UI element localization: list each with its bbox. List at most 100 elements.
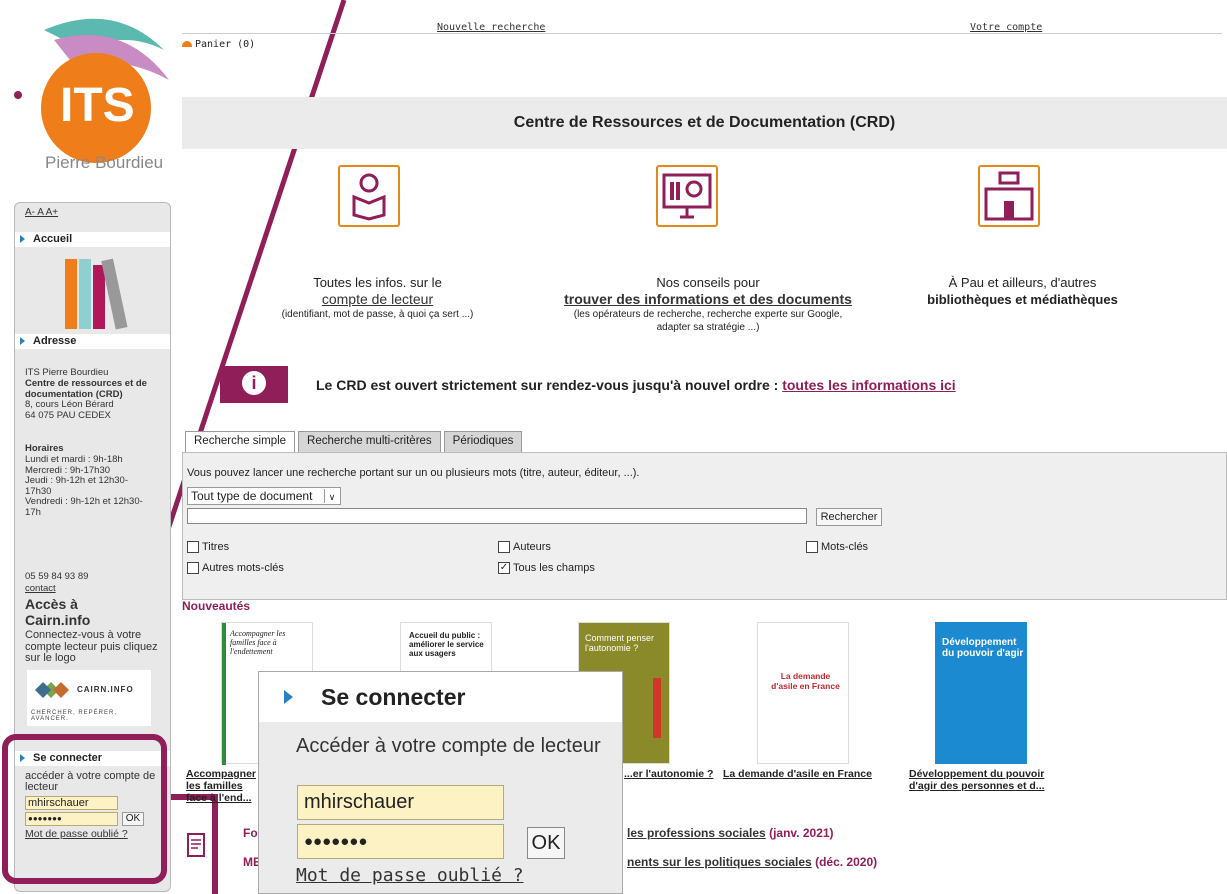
- search-tabs: Recherche simple Recherche multi-critère…: [185, 431, 525, 452]
- font-size-links[interactable]: A- A A+: [25, 207, 175, 219]
- phone-number: 05 59 84 93 89: [25, 571, 89, 582]
- new-search-link[interactable]: Nouvelle recherche: [437, 22, 545, 33]
- card-research-note: (les opérateurs de recherche, recherche …: [573, 309, 843, 333]
- news-line-1-link[interactable]: les professions sociales: [627, 826, 766, 840]
- address-name: ITS Pierre Bourdieu: [25, 367, 109, 378]
- book-cover-3-title: Comment penser l'autonomie ?: [585, 633, 655, 653]
- book-cover-5-title: Développement du pouvoir d'agir: [942, 637, 1024, 659]
- login-zoom-panel: Se connecter Accéder à votre compte de l…: [258, 671, 623, 894]
- zoom-login-text: Accéder à votre compte de lecteur: [296, 735, 601, 757]
- news-line-1: les professions sociales (janv. 2021): [627, 826, 834, 840]
- card-reader: Toutes les infos. sur le compte de lecte…: [260, 274, 495, 321]
- search-input[interactable]: [187, 508, 807, 524]
- top-nav: [182, 22, 1222, 34]
- search-hint: Vous pouvez lancer une recherche portant…: [187, 467, 640, 479]
- info-banner-icon: i: [220, 366, 288, 403]
- crd-title: Centre de Ressources et de Documentation…: [182, 97, 1227, 149]
- checkbox-icon: [806, 541, 818, 554]
- cairn-text: Connectez-vous à votre compte lecteur pu…: [25, 629, 158, 664]
- hours-text: Lundi et mardi : 9h-18h Mercredi : 9h-17…: [25, 454, 143, 518]
- checkbox-icon: [498, 541, 510, 554]
- sidebar-home-title[interactable]: Accueil: [15, 232, 170, 247]
- info-banner: Le CRD est ouvert strictement sur rendez…: [316, 377, 956, 393]
- tab-multi-criteria[interactable]: Recherche multi-critères: [298, 431, 441, 452]
- book-cover-4-title: La demande d'asile en France: [771, 671, 840, 691]
- doc-type-value: Tout type de document: [191, 489, 313, 503]
- card-libraries-bold: bibliothèques et médiathèques: [927, 292, 1118, 307]
- check-titles[interactable]: Titres: [187, 541, 230, 554]
- checkbox-icon: [187, 562, 199, 575]
- zoom-ok-button[interactable]: OK: [527, 827, 565, 859]
- cart-label: Panier (0): [195, 39, 256, 50]
- logo-brand: ITS: [60, 79, 135, 132]
- news-line-1-prefix: Fo: [243, 826, 258, 840]
- cairn-tagline: CHERCHER, REPÉRER, AVANCER.: [31, 710, 118, 722]
- cairn-logo[interactable]: CAIRN.INFO CHERCHER, REPÉRER, AVANCER.: [27, 670, 151, 726]
- checkbox-icon: [187, 541, 199, 554]
- book-link-5[interactable]: Développement du pouvoir d'agir des pers…: [909, 768, 1059, 792]
- news-line-1-date: (janv. 2021): [769, 826, 834, 840]
- cairn-logo-text: CAIRN.INFO: [77, 685, 134, 694]
- document-icon: [187, 833, 205, 857]
- check-authors-label: Auteurs: [513, 541, 551, 553]
- zoom-password-input[interactable]: ●●●●●●●: [297, 824, 504, 859]
- check-all-fields-label: Tous les champs: [513, 562, 595, 574]
- cairn-diamond-icon: [35, 682, 69, 698]
- address-bold: Centre de ressources et de documentation…: [25, 378, 147, 400]
- tab-simple-search[interactable]: Recherche simple: [185, 431, 296, 452]
- zoom-login-input[interactable]: mhirschauer: [297, 785, 504, 820]
- sidebar-address-title: Adresse: [15, 334, 170, 349]
- library-icon[interactable]: [978, 165, 1040, 227]
- check-titles-label: Titres: [202, 541, 230, 553]
- cart-link[interactable]: Panier (0): [182, 39, 255, 50]
- search-panel: Vous pouvez lancer une recherche portant…: [182, 452, 1227, 600]
- book-cover-1-title: Accompagner les familles face à l'endett…: [230, 629, 286, 656]
- info-icon: i: [242, 371, 266, 395]
- news-line-2: nents sur les politiques sociales (déc. …: [627, 855, 877, 869]
- card-research-line: Nos conseils pour: [656, 275, 760, 290]
- reader-icon[interactable]: [338, 165, 400, 227]
- doc-type-select[interactable]: Tout type de document ∨: [187, 487, 341, 505]
- research-icon[interactable]: [656, 165, 718, 227]
- book-cover-4[interactable]: La demande d'asile en France: [757, 622, 849, 764]
- logo-subtitle: Pierre Bourdieu: [45, 153, 164, 172]
- address-city: 64 075 PAU CEDEX: [25, 410, 111, 421]
- account-link[interactable]: Votre compte: [970, 22, 1042, 33]
- card-reader-note: (identifiant, mot de passe, à quoi ça se…: [281, 309, 474, 320]
- chevron-down-icon: ∨: [324, 489, 339, 503]
- search-button[interactable]: Rechercher: [816, 508, 882, 526]
- books-icon: [65, 258, 128, 330]
- zoom-forgot-link[interactable]: Mot de passe oublié ?: [296, 864, 524, 888]
- checkmark-icon: ✓: [498, 562, 510, 575]
- contact-link[interactable]: contact: [25, 583, 175, 595]
- check-other-keywords-label: Autres mots-clés: [202, 562, 284, 574]
- card-research-link[interactable]: trouver des informations et des document…: [564, 291, 852, 307]
- check-keywords-label: Mots-clés: [821, 541, 869, 553]
- card-libraries: À Pau et ailleurs, d'autres bibliothèque…: [895, 274, 1150, 308]
- news-title: Nouveautés: [182, 599, 251, 613]
- info-text: Le CRD est ouvert strictement sur rendez…: [316, 377, 783, 393]
- zoom-login-title: Se connecter: [259, 672, 622, 722]
- cart-icon: [182, 41, 192, 47]
- book-cover-2-title: Accueil du public : améliorer le service…: [409, 631, 484, 658]
- book-cover-5[interactable]: Développement du pouvoir d'agir: [935, 622, 1027, 764]
- check-keywords[interactable]: Mots-clés: [806, 541, 869, 554]
- cairn-title: Accès à Cairn.info: [25, 596, 91, 628]
- card-research: Nos conseils pour trouver des informatio…: [563, 274, 853, 334]
- book-link-3[interactable]: ...er l'autonomie ?: [624, 768, 713, 780]
- address-street: 8, cours Léon Bérard: [25, 399, 114, 410]
- hours-title: Horaires: [25, 443, 64, 454]
- news-line-2-date: (déc. 2020): [815, 855, 878, 869]
- book-link-4[interactable]: La demande d'asile en France: [723, 768, 872, 780]
- check-all-fields[interactable]: ✓ Tous les champs: [498, 562, 595, 575]
- card-reader-link[interactable]: compte de lecteur: [322, 291, 433, 307]
- check-authors[interactable]: Auteurs: [498, 541, 551, 554]
- book-link-1[interactable]: Accompagner les familles face à l'end...: [186, 768, 266, 804]
- annotation-highlight: [2, 734, 167, 884]
- its-logo[interactable]: ITS Pierre Bourdieu: [14, 10, 174, 185]
- tab-periodicals[interactable]: Périodiques: [443, 431, 523, 452]
- card-reader-line: Toutes les infos. sur le: [313, 275, 442, 290]
- info-link[interactable]: toutes les informations ici: [782, 377, 955, 393]
- news-line-2-link[interactable]: nents sur les politiques sociales: [627, 855, 812, 869]
- check-other-keywords[interactable]: Autres mots-clés: [187, 562, 284, 575]
